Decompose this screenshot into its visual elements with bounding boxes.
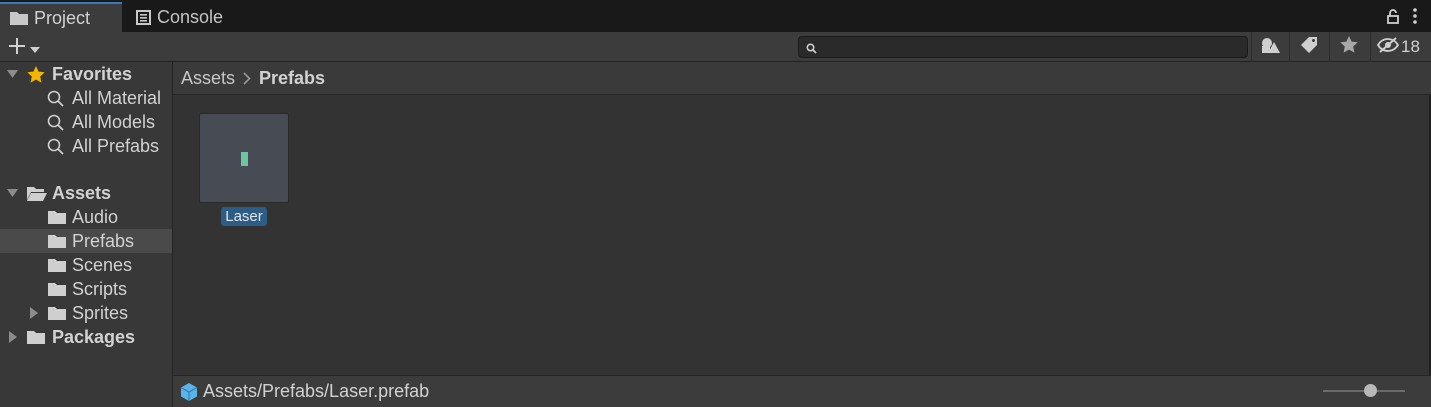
tree-item-all-materials[interactable]: All Material [0, 86, 172, 110]
expand-arrow-open-icon[interactable] [7, 188, 18, 198]
folder-icon [27, 330, 45, 344]
laser-preview [241, 152, 248, 166]
tree-label: Audio [72, 206, 119, 227]
hidden-packages-count: 18 [1401, 37, 1420, 56]
star-icon [1340, 36, 1358, 58]
asset-grid: Laser [173, 95, 1429, 375]
lock-icon[interactable] [1387, 8, 1399, 29]
tree-label: Scripts [72, 278, 128, 299]
tree-item-audio[interactable]: Audio [0, 205, 172, 229]
tree-item-all-prefabs[interactable]: All Prefabs [0, 134, 172, 158]
asset-item-laser[interactable]: Laser [199, 113, 289, 226]
chevron-right-icon [243, 71, 251, 85]
tree-label: Favorites [52, 63, 133, 84]
console-icon [136, 9, 151, 25]
search-input[interactable] [798, 36, 1248, 58]
search-by-type-button[interactable] [1251, 32, 1290, 62]
tree-item-assets[interactable]: Assets [0, 181, 172, 205]
search-icon [806, 41, 817, 59]
search-icon [47, 138, 64, 155]
selected-asset-path: Assets/Prefabs/Laser.prefab [203, 381, 430, 401]
tree-item-scripts[interactable]: Scripts [0, 277, 172, 301]
folder-icon [48, 282, 66, 296]
breadcrumb-assets[interactable]: Assets [181, 68, 235, 89]
tree-label: All Prefabs [72, 135, 160, 156]
more-options-icon[interactable] [1413, 8, 1417, 29]
dropdown-arrow-icon [30, 40, 40, 58]
asset-label: Laser [221, 207, 267, 226]
eye-hidden-icon [1376, 36, 1400, 58]
folder-icon [48, 306, 66, 320]
prefab-cube-icon [179, 382, 199, 402]
folder-icon [10, 11, 28, 25]
status-bar: Assets/Prefabs/Laser.prefab [173, 375, 1431, 407]
tree-item-scenes[interactable]: Scenes [0, 253, 172, 277]
breadcrumb-prefabs[interactable]: Prefabs [259, 68, 325, 89]
expand-arrow-closed-icon[interactable] [8, 331, 18, 343]
star-icon [27, 65, 45, 83]
tree-label: Sprites [72, 302, 129, 323]
search-by-label-button[interactable] [1289, 32, 1328, 62]
tab-label: Project [34, 7, 91, 28]
tree-label: Prefabs [72, 230, 135, 251]
tab-label: Console [157, 6, 224, 27]
tree-item-packages[interactable]: Packages [0, 325, 172, 349]
plus-icon [8, 37, 26, 60]
tab-bar: Project Console [0, 2, 1431, 32]
tab-console[interactable]: Console [124, 2, 254, 32]
tree-label: All Material [72, 87, 162, 108]
tree-label: Scenes [72, 254, 133, 275]
hidden-packages-toggle[interactable]: 18 [1370, 32, 1420, 62]
window-controls [1387, 8, 1417, 29]
search-icon [47, 114, 64, 131]
folder-icon [48, 210, 66, 224]
folder-icon [48, 234, 66, 248]
breadcrumb: Assets Prefabs [173, 62, 1431, 95]
expand-arrow-closed-icon[interactable] [29, 307, 39, 319]
tree-label: Packages [52, 326, 136, 347]
tree-item-all-models[interactable]: All Models [0, 110, 172, 134]
project-sidebar: Favorites All Material All Models All Pr… [0, 62, 173, 407]
prefab-thumbnail [199, 113, 289, 203]
tag-icon [1300, 36, 1318, 58]
search-icon [47, 90, 64, 107]
save-search-favorite-button[interactable] [1329, 32, 1368, 62]
tree-item-favorites[interactable]: Favorites [0, 62, 172, 86]
tree-item-sprites[interactable]: Sprites [0, 301, 172, 325]
tree-item-prefabs[interactable]: Prefabs [0, 229, 172, 253]
shapes-filter-icon [1261, 36, 1281, 59]
tab-project[interactable]: Project [0, 2, 122, 32]
project-toolbar: 18 [0, 32, 1431, 62]
expand-arrow-open-icon[interactable] [7, 69, 18, 79]
open-folder-icon [27, 186, 47, 201]
tree-label: Assets [52, 182, 112, 203]
create-asset-button[interactable] [8, 37, 40, 60]
folder-icon [48, 258, 66, 272]
thumbnail-size-slider-knob[interactable] [1364, 384, 1378, 397]
tree-label: All Models [72, 111, 156, 132]
